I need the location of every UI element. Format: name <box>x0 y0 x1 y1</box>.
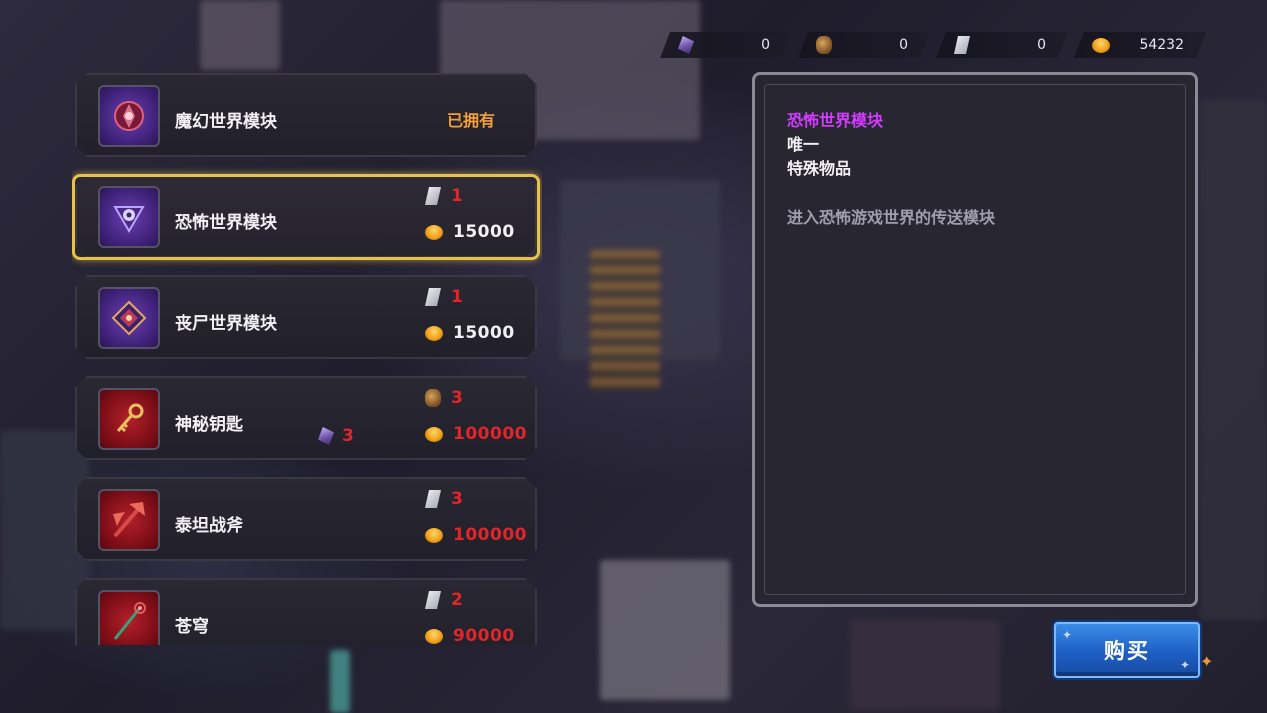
crystal-shard-icon <box>318 427 334 445</box>
cost-row-gold: 15000 <box>425 222 515 242</box>
shop-item-mystery-key[interactable]: 神秘钥匙 3 3 100000 <box>75 376 537 460</box>
cost-row-scroll: 1 <box>425 287 463 307</box>
shop-item-list[interactable]: 魔幻世界模块 已拥有 恐怖世界模块 1 15000 丧尸世界模块 1 15000… <box>72 70 542 645</box>
cost-value: 90000 <box>453 626 515 645</box>
currency-value: 0 <box>761 37 770 53</box>
shop-item-fantasy-module[interactable]: 魔幻世界模块 已拥有 <box>75 73 537 157</box>
battle-axe-icon <box>98 489 160 551</box>
cost-row-scroll: 3 <box>425 489 463 509</box>
detail-description: 进入恐怖游戏世界的传送模块 <box>787 208 996 227</box>
cost-value: 1 <box>451 287 464 307</box>
gold-coin-icon <box>1092 38 1110 53</box>
background-light <box>330 650 350 713</box>
currency-value: 0 <box>899 37 908 53</box>
cost-row-ore: 3 <box>425 388 463 408</box>
detail-item-name: 恐怖世界模块 <box>787 111 884 130</box>
shop-item-zombie-module[interactable]: 丧尸世界模块 1 15000 <box>75 275 537 359</box>
gold-coin-icon <box>425 225 443 240</box>
cost-value: 2 <box>451 590 464 610</box>
fantasy-module-icon <box>98 85 160 147</box>
item-name: 魔幻世界模块 <box>175 112 277 132</box>
buy-button-label: 购买 <box>1104 639 1150 663</box>
background-building <box>1200 100 1267 620</box>
item-name: 神秘钥匙 <box>175 415 243 435</box>
detail-item-type: 特殊物品 <box>787 159 852 178</box>
item-detail-panel: 恐怖世界模块 唯一 特殊物品 进入恐怖游戏世界的传送模块 <box>752 72 1198 607</box>
cost-row-gold: 90000 <box>425 626 515 645</box>
currency-bar: 0 0 0 54232 <box>660 32 1206 58</box>
item-name: 苍穹 <box>175 617 209 637</box>
sparkle-icon: ✦ <box>1179 658 1192 672</box>
cost-row-gold: 15000 <box>425 323 515 343</box>
currency-value: 54232 <box>1139 37 1184 53</box>
gold-coin-icon <box>425 629 443 644</box>
detail-rarity: 唯一 <box>787 135 820 154</box>
scroll-icon <box>425 187 441 205</box>
item-name: 丧尸世界模块 <box>175 314 277 334</box>
sparkle-icon: ✦ <box>1062 628 1075 642</box>
cost-value: 15000 <box>453 222 515 242</box>
gold-coin-icon <box>425 326 443 341</box>
cost-row-scroll: 2 <box>425 590 463 610</box>
scroll-icon <box>425 288 441 306</box>
cost-value: 3 <box>342 426 354 446</box>
cost-value: 1 <box>451 186 464 206</box>
item-name: 恐怖世界模块 <box>175 213 277 233</box>
currency-ore: 0 <box>798 32 930 58</box>
cost-value: 100000 <box>453 424 527 444</box>
shop-item-horror-module[interactable]: 恐怖世界模块 1 15000 <box>75 174 537 258</box>
key-icon <box>98 388 160 450</box>
ore-icon <box>816 36 832 54</box>
cost-value: 15000 <box>453 323 515 343</box>
scroll-icon <box>425 591 441 609</box>
currency-value: 0 <box>1037 37 1046 53</box>
buy-button[interactable]: ✦ ✦ 购买 <box>1054 622 1200 678</box>
cost-value: 100000 <box>453 525 527 545</box>
cost-value: 3 <box>451 489 464 509</box>
background-building <box>200 0 280 70</box>
cost-row-scroll: 1 <box>425 186 463 206</box>
currency-crystal: 0 <box>660 32 792 58</box>
staff-icon <box>98 590 160 645</box>
ore-icon <box>425 389 441 407</box>
shop-item-titan-axe[interactable]: 泰坦战斧 3 100000 <box>75 477 537 561</box>
scroll-icon <box>954 36 970 54</box>
crystal-shard-icon <box>678 36 694 54</box>
sparkle-icon: ✦ <box>1200 652 1214 671</box>
background-building <box>600 560 730 700</box>
cost-row-gold: 100000 <box>425 424 527 444</box>
gold-coin-icon <box>425 427 443 442</box>
item-name: 泰坦战斧 <box>175 516 243 536</box>
cost-value: 3 <box>451 388 464 408</box>
background-building <box>850 620 1000 710</box>
currency-gold: 54232 <box>1074 32 1206 58</box>
horror-module-icon <box>98 186 160 248</box>
currency-scroll: 0 <box>936 32 1068 58</box>
owned-badge: 已拥有 <box>447 111 496 130</box>
background-stairs <box>590 250 660 390</box>
shop-item-sky-staff[interactable]: 苍穹 2 90000 <box>75 578 537 645</box>
cost-row-crystal: 3 <box>318 426 354 446</box>
scroll-icon <box>425 490 441 508</box>
zombie-module-icon <box>98 287 160 349</box>
gold-coin-icon <box>425 528 443 543</box>
cost-row-gold: 100000 <box>425 525 527 545</box>
